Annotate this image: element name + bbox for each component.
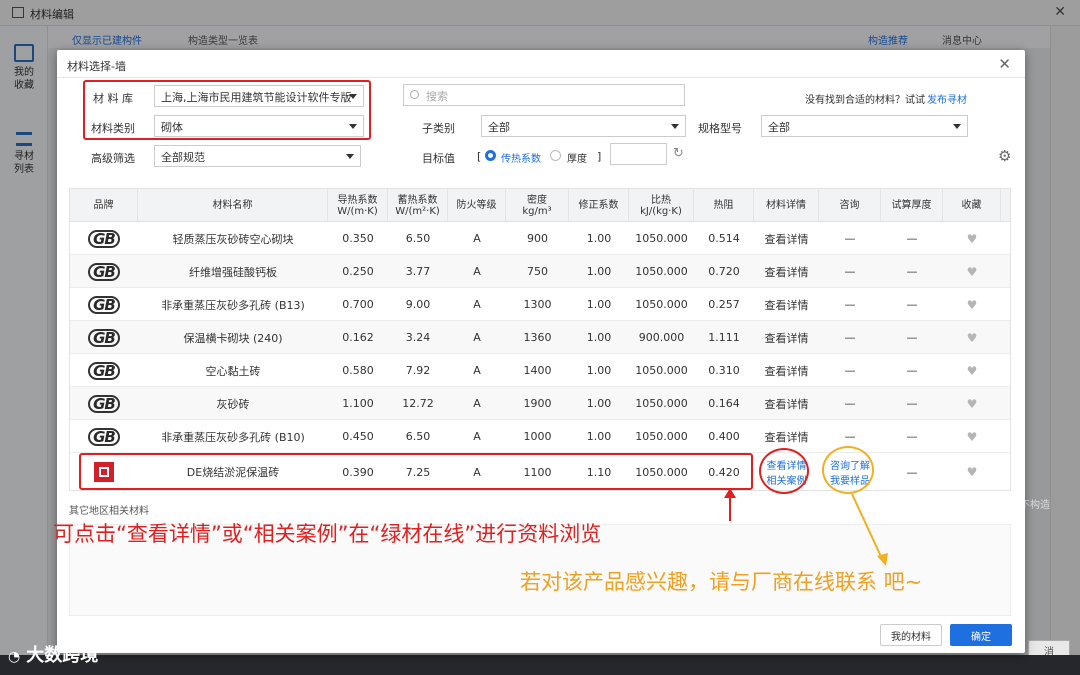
watermark-text: 大数跨境 — [26, 645, 99, 666]
annotation-red: 可点击“查看详情”或“相关案例”在“绿材在线”进行资料浏览 — [53, 522, 602, 546]
red-arrowhead — [724, 488, 736, 498]
watermark: ◔ 大数跨境 — [8, 641, 98, 667]
orange-arrowhead — [877, 553, 888, 566]
orange-arrow — [851, 493, 885, 564]
watermark-logo-icon: ◔ — [8, 649, 21, 665]
annotation-orange: 若对该产品感兴趣，请与厂商在线联系 吧~ — [520, 570, 923, 594]
